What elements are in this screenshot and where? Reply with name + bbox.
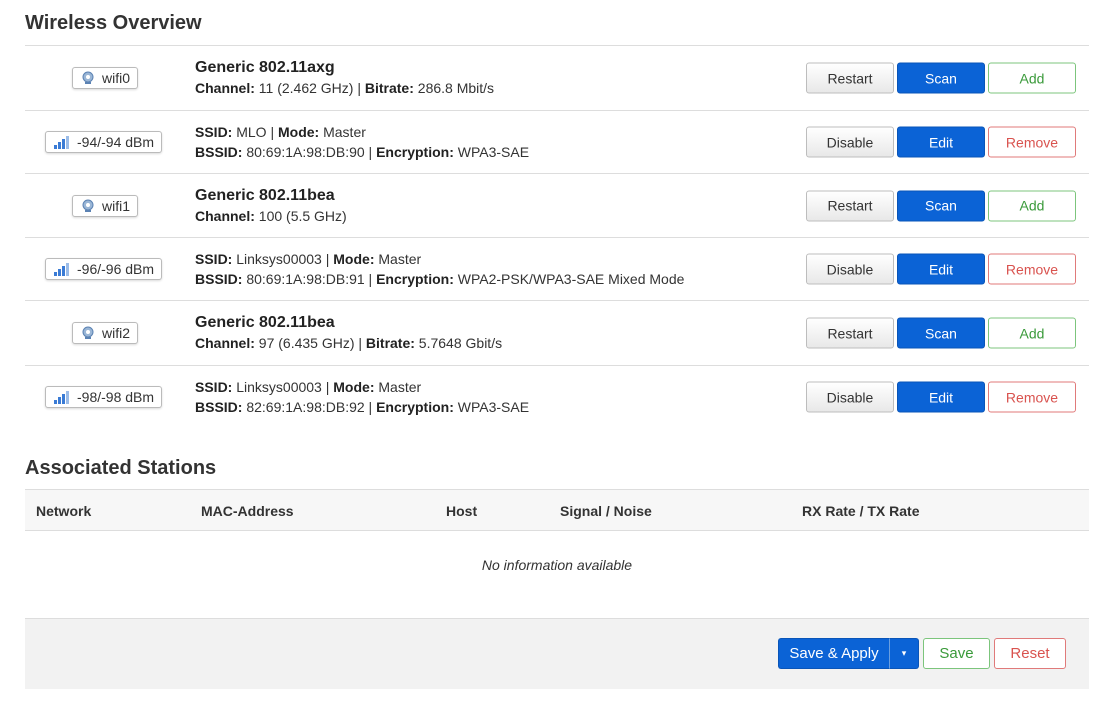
radio-details: Channel: 11 (2.462 GHz) | Bitrate: 286.8… bbox=[195, 80, 495, 96]
scan-button[interactable]: Scan bbox=[897, 317, 985, 349]
network-ssid-mode: SSID: Linksys00003 | Mode: Master bbox=[195, 379, 422, 395]
wifi-radio-icon bbox=[80, 199, 96, 213]
signal-value: -96/-96 dBm bbox=[77, 261, 155, 277]
disable-button[interactable]: Disable bbox=[806, 253, 894, 285]
radio-badge: wifi1 bbox=[72, 194, 139, 217]
edit-button[interactable]: Edit bbox=[897, 381, 985, 413]
wireless-overview-title: Wireless Overview bbox=[25, 12, 202, 34]
radio-details: Channel: 100 (5.5 GHz) bbox=[195, 207, 347, 224]
edit-button[interactable]: Edit bbox=[897, 253, 985, 285]
radio-info: Generic 802.11bea Channel: 100 (5.5 GHz) bbox=[195, 186, 347, 226]
network-row-linksys-1: -96/-96 dBm SSID: Linksys00003 | Mode: M… bbox=[25, 238, 1089, 300]
signal-bars-icon bbox=[53, 262, 71, 276]
signal-badge: -98/-98 dBm bbox=[45, 386, 163, 408]
column-signal-noise: Signal / Noise bbox=[560, 503, 652, 519]
radio-name: wifi1 bbox=[102, 197, 131, 214]
network-row-linksys-2: -98/-98 dBm SSID: Linksys00003 | Mode: M… bbox=[25, 366, 1089, 428]
network-bssid-encryption: BSSID: 82:69:1A:98:DB:92 | Encryption: W… bbox=[195, 399, 530, 415]
radio-row-wifi0: wifi0 Generic 802.11axg Channel: 11 (2.4… bbox=[25, 46, 1089, 110]
add-button[interactable]: Add bbox=[988, 317, 1076, 349]
column-rx-tx-rate: RX Rate / TX Rate bbox=[802, 503, 920, 519]
wifi-radio-icon bbox=[80, 71, 96, 85]
network-info: SSID: Linksys00003 | Mode: Master BSSID:… bbox=[195, 249, 684, 289]
network-bssid-encryption: BSSID: 80:69:1A:98:DB:91 | Encryption: W… bbox=[195, 271, 685, 287]
disable-button[interactable]: Disable bbox=[806, 126, 894, 158]
radio-info: Generic 802.11axg Channel: 11 (2.462 GHz… bbox=[195, 58, 494, 98]
column-mac-address: MAC-Address bbox=[201, 503, 294, 519]
network-ssid-mode: SSID: Linksys00003 | Mode: Master bbox=[195, 251, 422, 267]
signal-badge: -94/-94 dBm bbox=[45, 131, 163, 153]
radio-row-wifi1: wifi1 Generic 802.11bea Channel: 100 (5.… bbox=[25, 174, 1089, 237]
radio-row-wifi2: wifi2 Generic 802.11bea Channel: 97 (6.4… bbox=[25, 301, 1089, 365]
stations-empty-message: No information available bbox=[481, 557, 633, 573]
signal-bars-icon bbox=[53, 135, 71, 149]
signal-value: -98/-98 dBm bbox=[77, 389, 155, 405]
network-ssid-mode: SSID: MLO | Mode: Master bbox=[195, 124, 366, 140]
network-info: SSID: MLO | Mode: Master BSSID: 80:69:1A… bbox=[195, 122, 529, 162]
scan-button[interactable]: Scan bbox=[897, 62, 985, 94]
radio-badge: wifi2 bbox=[72, 322, 139, 344]
remove-button[interactable]: Remove bbox=[988, 253, 1076, 285]
radio-badge: wifi0 bbox=[72, 67, 139, 89]
network-bssid-encryption: BSSID: 80:69:1A:98:DB:90 | Encryption: W… bbox=[195, 144, 530, 160]
stations-table-header: Network MAC-Address Host Signal / Noise … bbox=[25, 489, 1089, 531]
signal-bars-icon bbox=[53, 390, 71, 404]
column-network: Network bbox=[36, 503, 92, 519]
remove-button[interactable]: Remove bbox=[988, 126, 1076, 158]
add-button[interactable]: Add bbox=[988, 62, 1076, 94]
restart-button[interactable]: Restart bbox=[806, 317, 894, 349]
add-button[interactable]: Add bbox=[988, 190, 1076, 221]
radio-details: Channel: 97 (6.435 GHz) | Bitrate: 5.764… bbox=[195, 335, 503, 351]
radio-title: Generic 802.11axg bbox=[195, 59, 335, 76]
signal-badge: -96/-96 dBm bbox=[45, 258, 163, 280]
restart-button[interactable]: Restart bbox=[806, 190, 894, 221]
network-info: SSID: Linksys00003 | Mode: Master BSSID:… bbox=[195, 377, 529, 417]
restart-button[interactable]: Restart bbox=[806, 62, 894, 94]
radio-info: Generic 802.11bea Channel: 97 (6.435 GHz… bbox=[195, 313, 502, 353]
disable-button[interactable]: Disable bbox=[806, 381, 894, 413]
radio-title: Generic 802.11bea bbox=[195, 314, 335, 331]
network-row-mlo: -94/-94 dBm SSID: MLO | Mode: Master BSS… bbox=[25, 111, 1089, 173]
wifi-radio-icon bbox=[80, 326, 96, 340]
reset-button[interactable]: Reset bbox=[994, 638, 1066, 669]
scan-button[interactable]: Scan bbox=[897, 190, 985, 221]
page-actions-footer: Save & Apply ▾ Save Reset bbox=[25, 618, 1089, 689]
radio-name: wifi2 bbox=[102, 325, 131, 341]
page: Wireless Overview wifi0 Generic 802.11ax… bbox=[0, 0, 1099, 707]
save-button[interactable]: Save bbox=[923, 638, 990, 669]
radio-title: Generic 802.11bea bbox=[195, 186, 335, 204]
chevron-down-icon: ▾ bbox=[901, 648, 907, 658]
column-host: Host bbox=[446, 503, 478, 519]
save-apply-dropdown-toggle[interactable]: ▾ bbox=[889, 638, 919, 669]
save-apply-button[interactable]: Save & Apply bbox=[778, 638, 889, 669]
remove-button[interactable]: Remove bbox=[988, 381, 1076, 413]
edit-button[interactable]: Edit bbox=[897, 126, 985, 158]
associated-stations-title: Associated Stations bbox=[25, 457, 217, 479]
radio-name: wifi0 bbox=[102, 70, 131, 86]
signal-value: -94/-94 dBm bbox=[77, 134, 155, 150]
